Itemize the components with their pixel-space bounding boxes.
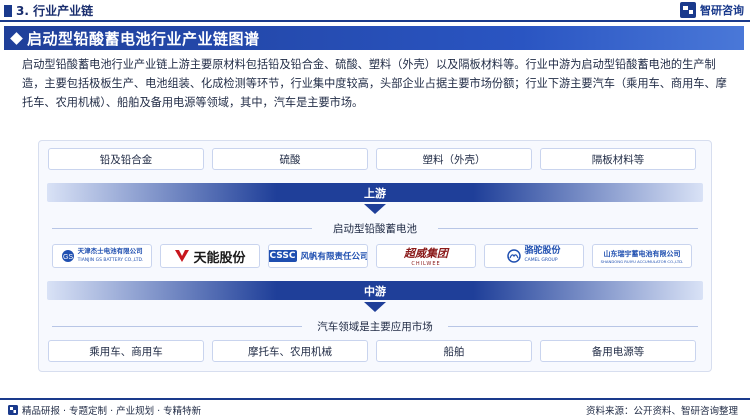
company-logo-card: GS 天津杰士电池有限公司 TIANJIN GS BATTERY CO.,LTD… — [52, 244, 152, 268]
footer-left: 精品研报 · 专题定制 · 产业规划 · 专精特新 — [8, 403, 201, 417]
footer-slogan: 精品研报 · 专题定制 · 产业规划 · 专精特新 — [22, 406, 202, 417]
application-box: 船舶 — [376, 340, 532, 362]
section-title: 3. 行业产业链 — [4, 2, 93, 19]
upstream-material-box: 塑料（外壳） — [376, 148, 532, 170]
main-banner: 启动型铅酸蓄电池行业产业链图谱 — [4, 26, 744, 50]
company-name: 山东瑞宇蓄电池有限公司 — [603, 249, 681, 258]
upstream-material-box: 隔板材料等 — [540, 148, 696, 170]
midstream-stage-banner: 中游 — [47, 281, 703, 300]
midstream-companies-row: GS 天津杰士电池有限公司 TIANJIN GS BATTERY CO.,LTD… — [52, 244, 692, 268]
top-bar — [0, 0, 750, 22]
downstream-applications-row: 乘用车、商用车 摩托车、农用机械 船舶 备用电源等 — [48, 340, 696, 362]
company-logo-card: 骆驼股份 CAMEL GROUP — [484, 244, 584, 268]
company-name: 风帆有限责任公司 — [300, 252, 368, 262]
company-sub: CHILWEE — [411, 261, 441, 267]
arrow-down-icon — [364, 204, 386, 214]
footer-source: 资料来源：公开资料、智研咨询整理 — [585, 406, 738, 417]
company-name: 天津杰士电池有限公司 — [77, 247, 143, 255]
upstream-materials-row: 铅及铅合金 硫酸 塑料（外壳） 隔板材料等 — [48, 148, 696, 170]
svg-text:GS: GS — [63, 254, 73, 261]
upstream-material-box: 硫酸 — [212, 148, 368, 170]
company-name: 天能股份 — [193, 250, 246, 266]
company-name: 骆驼股份 — [524, 246, 561, 256]
cssc-logo-icon: CSSC — [269, 250, 298, 262]
section-title-text: 3. 行业产业链 — [16, 4, 94, 18]
tianneng-logo-icon — [175, 250, 190, 262]
upstream-material-box: 铅及铅合金 — [48, 148, 204, 170]
upstream-stage-banner: 上游 — [47, 183, 703, 202]
footer-divider — [0, 398, 750, 400]
company-sub: SHANDONG RUIYU ACCUMULATOR CO.,LTD. — [600, 258, 684, 264]
company-name: 超威集团 — [404, 247, 448, 260]
application-box: 乘用车、商用车 — [48, 340, 204, 362]
section-bullet-icon — [4, 4, 12, 17]
main-banner-title: 启动型铅酸蓄电池行业产业链图谱 — [27, 29, 260, 48]
company-logo-card: 超威集团 CHILWEE — [376, 244, 476, 268]
company-sub: TIANJIN GS BATTERY CO.,LTD. — [77, 258, 144, 263]
gs-logo-icon: GS — [61, 250, 74, 262]
downstream-group-label: 汽车领域是主要应用市场 — [317, 321, 433, 333]
arrow-down-icon — [364, 302, 386, 312]
company-sub: CAMEL GROUP — [524, 258, 558, 263]
brand-name: 智研咨询 — [700, 4, 744, 17]
camel-logo-icon — [507, 249, 522, 263]
brand-logo-icon — [680, 2, 696, 18]
brand: 智研咨询 — [680, 2, 744, 18]
intro-paragraph: 启动型铅酸蓄电池行业产业链上游主要原材料包括铅及铅合金、硫酸、塑料（外壳）以及隔… — [22, 58, 727, 109]
application-box: 备用电源等 — [540, 340, 696, 362]
company-logo-card: 山东瑞宇蓄电池有限公司 SHANDONG RUIYU ACCUMULATOR C… — [592, 244, 692, 268]
company-logo-card: 天能股份 — [160, 244, 260, 268]
brand-small-icon — [8, 405, 18, 415]
application-box: 摩托车、农用机械 — [212, 340, 368, 362]
diamond-icon — [10, 31, 23, 45]
midstream-group-label: 启动型铅酸蓄电池 — [333, 223, 417, 235]
company-logo-card: CSSC 风帆有限责任公司 — [268, 244, 368, 268]
